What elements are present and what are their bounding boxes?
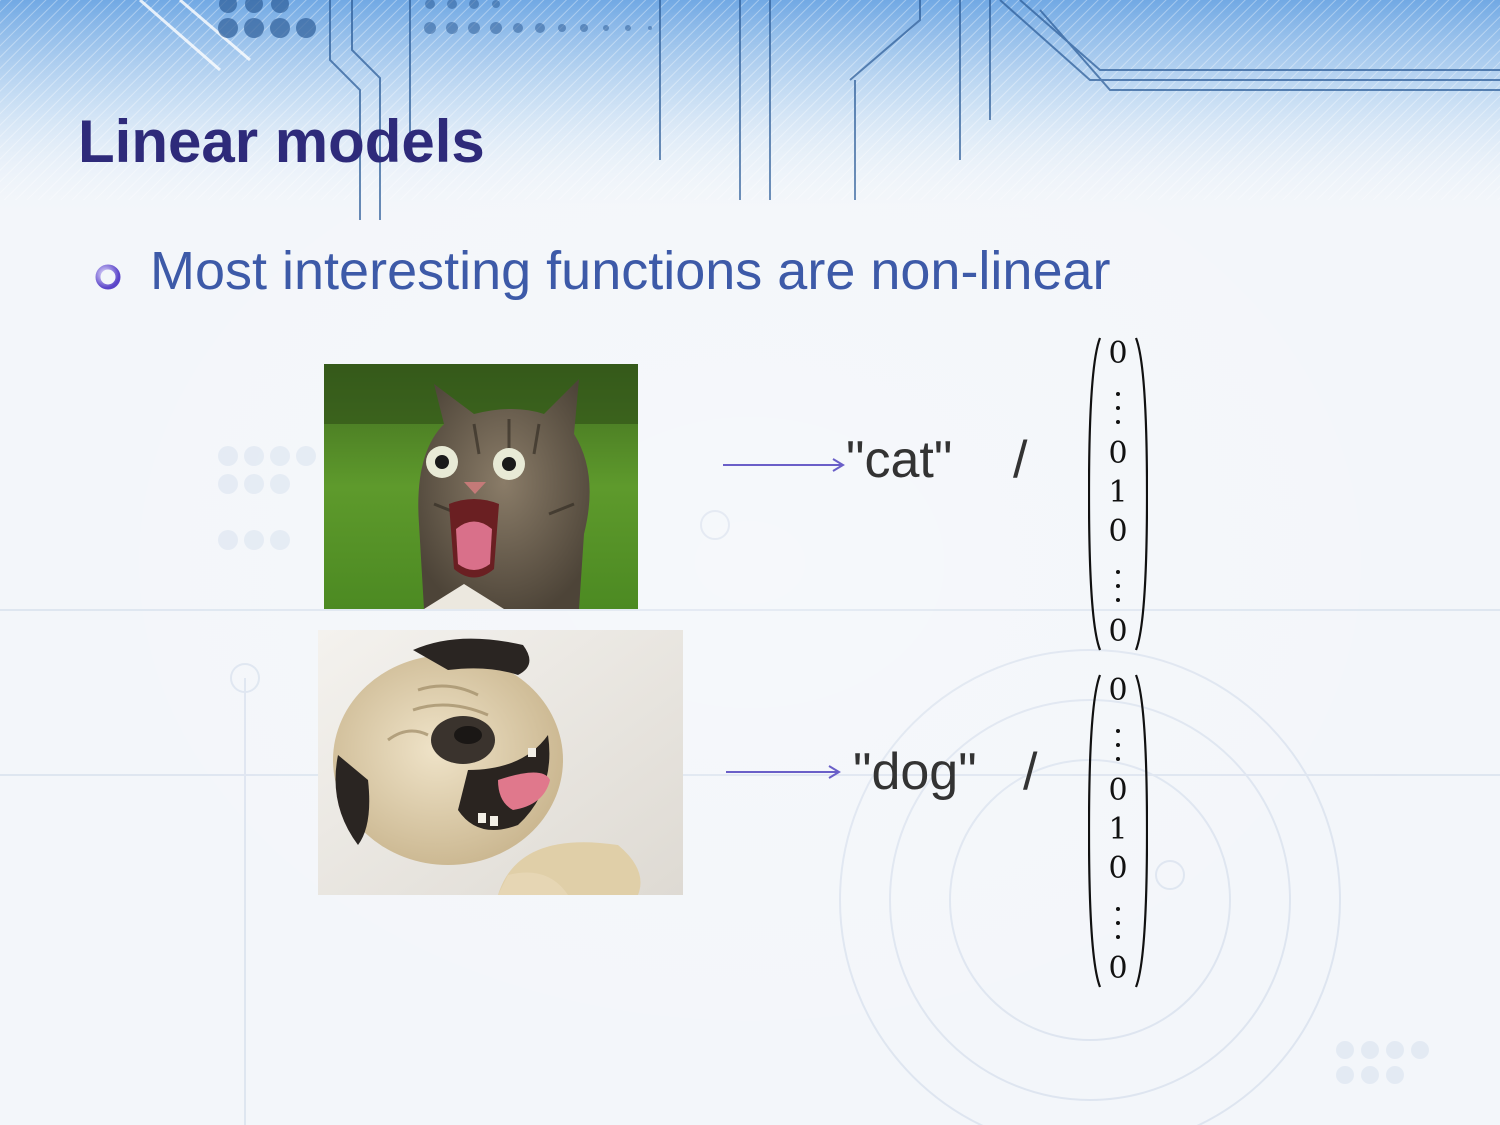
right-arrow-icon (723, 458, 845, 472)
vector-entry: 0 (1108, 336, 1128, 371)
label-separator: / (1023, 743, 1038, 801)
slide: Linear models Most interesting functions… (0, 0, 1500, 1125)
vertical-ellipsis (1098, 566, 1138, 606)
vector-entry: 0 (1108, 851, 1128, 886)
vertical-ellipsis (1098, 725, 1138, 765)
vector-entry: 0 (1108, 773, 1128, 808)
vector-entry: 1 (1108, 475, 1128, 510)
vertical-ellipsis (1098, 388, 1138, 428)
slide-title: Linear models (78, 108, 485, 175)
label-separator: / (1013, 431, 1028, 489)
vector-entry: 0 (1108, 673, 1128, 708)
vector-entry: 1 (1108, 812, 1128, 847)
vertical-ellipsis (1098, 903, 1138, 943)
vector-entry: 0 (1108, 514, 1128, 549)
dog-label: "dog" (853, 743, 977, 801)
right-arrow-icon (726, 765, 841, 779)
cat-label: "cat" (846, 431, 953, 489)
bullet-text: Most interesting functions are non-linea… (150, 241, 1111, 301)
vector-entry: 0 (1108, 436, 1128, 471)
dog-photo (318, 630, 683, 895)
cat-photo (324, 364, 638, 609)
one-hot-vector: 0 0 1 0 0 (1088, 673, 1148, 989)
one-hot-vector: 0 0 1 0 0 (1088, 336, 1148, 652)
vector-entry: 0 (1108, 951, 1128, 986)
vector-entry: 0 (1108, 614, 1128, 649)
hollow-circle-bullet-icon (95, 264, 121, 290)
